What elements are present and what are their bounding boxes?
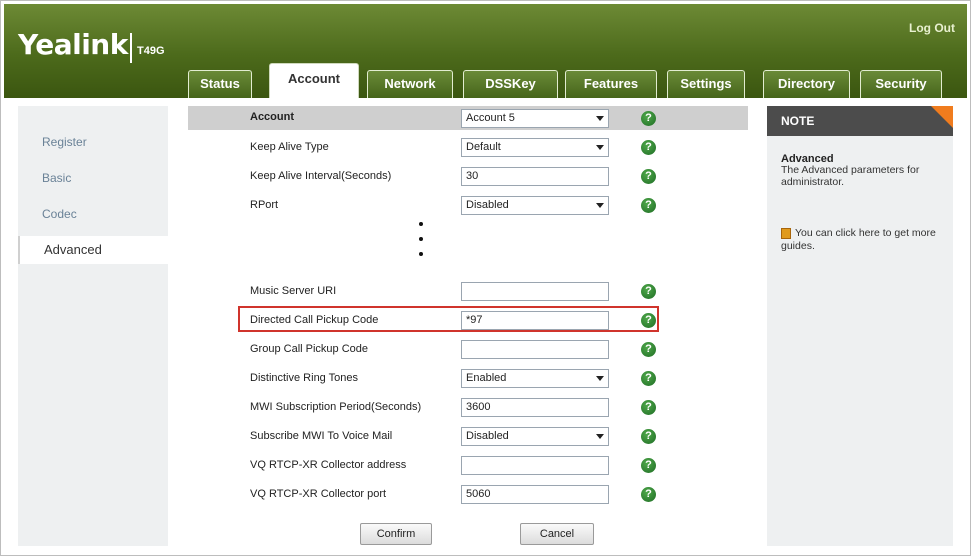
help-icon[interactable]: ? [641, 458, 656, 473]
logo-separator [130, 33, 132, 63]
account-select[interactable]: Account 5 [461, 109, 609, 128]
content-area: Register Basic Codec Advanced Account Ac… [4, 98, 967, 553]
tab-security[interactable]: Security [860, 70, 942, 98]
rport-select[interactable]: Disabled [461, 196, 609, 215]
distinctive-ring-tones-select[interactable]: Enabled [461, 369, 609, 388]
help-icon[interactable]: ? [641, 140, 656, 155]
vq-collector-address-input[interactable] [461, 456, 609, 475]
ellipsis-dot [419, 252, 423, 256]
account-label: Account [250, 111, 294, 123]
music-server-uri-input[interactable] [461, 282, 609, 301]
help-icon[interactable]: ? [641, 487, 656, 502]
directed-call-pickup-input[interactable]: *97 [461, 311, 609, 330]
help-icon[interactable]: ? [641, 342, 656, 357]
note-corner-accent [931, 106, 953, 128]
book-icon [781, 228, 791, 239]
keep-alive-type-select[interactable]: Default [461, 138, 609, 157]
tab-features[interactable]: Features [565, 70, 657, 98]
sidebar-item-codec[interactable]: Codec [18, 200, 168, 228]
account-select-value: Account 5 [466, 112, 515, 124]
keep-alive-type-label: Keep Alive Type [250, 141, 329, 153]
mwi-subscription-period-label: MWI Subscription Period(Seconds) [250, 401, 422, 413]
help-icon[interactable]: ? [641, 111, 656, 126]
group-call-pickup-input[interactable] [461, 340, 609, 359]
music-server-uri-label: Music Server URI [250, 285, 337, 297]
web-ui-frame: Yealink T49G Log Out Status Account Netw… [0, 0, 971, 556]
tab-status[interactable]: Status [188, 70, 252, 98]
distinctive-ring-tones-label: Distinctive Ring Tones [250, 372, 359, 384]
confirm-button[interactable]: Confirm [360, 523, 432, 545]
sidebar-item-basic[interactable]: Basic [18, 164, 168, 192]
help-icon[interactable]: ? [641, 429, 656, 444]
tab-settings[interactable]: Settings [667, 70, 745, 98]
help-icon[interactable]: ? [641, 371, 656, 386]
mwi-subscription-period-input[interactable]: 3600 [461, 398, 609, 417]
ellipsis-dot [419, 237, 423, 241]
keep-alive-interval-input[interactable]: 30 [461, 167, 609, 186]
subscribe-mwi-value: Disabled [466, 430, 509, 442]
note-text: The Advanced parameters for administrato… [781, 164, 920, 188]
help-icon[interactable]: ? [641, 313, 656, 328]
vq-collector-port-input[interactable]: 5060 [461, 485, 609, 504]
chevron-down-icon [596, 203, 604, 208]
model-label: T49G [137, 45, 165, 57]
chevron-down-icon [596, 434, 604, 439]
sidebar-item-advanced[interactable]: Advanced [18, 236, 168, 264]
rport-value: Disabled [466, 199, 509, 211]
note-panel: NOTE Advanced The Advanced parameters fo… [767, 106, 953, 546]
keep-alive-interval-label: Keep Alive Interval(Seconds) [250, 170, 392, 182]
keep-alive-type-value: Default [466, 141, 501, 153]
tab-directory[interactable]: Directory [763, 70, 850, 98]
ellipsis-dot [419, 222, 423, 226]
tab-account[interactable]: Account [269, 63, 359, 101]
tab-network[interactable]: Network [367, 70, 453, 98]
tab-dsskey[interactable]: DSSKey [463, 70, 558, 98]
distinctive-ring-tones-value: Enabled [466, 372, 507, 384]
brand-logo: Yealink [18, 28, 128, 61]
subscribe-mwi-label: Subscribe MWI To Voice Mail [250, 430, 393, 442]
vq-collector-address-label: VQ RTCP-XR Collector address [250, 459, 407, 471]
rport-label: RPort [250, 199, 279, 211]
logout-link[interactable]: Log Out [909, 21, 955, 35]
cancel-button[interactable]: Cancel [520, 523, 594, 545]
sidebar-item-register[interactable]: Register [18, 128, 168, 156]
guide-link[interactable]: You can click here to get more guides. [781, 227, 949, 253]
subscribe-mwi-select[interactable]: Disabled [461, 427, 609, 446]
chevron-down-icon [596, 376, 604, 381]
help-icon[interactable]: ? [641, 198, 656, 213]
directed-call-pickup-label: Directed Call Pickup Code [250, 314, 379, 326]
chevron-down-icon [596, 145, 604, 150]
chevron-down-icon [596, 116, 604, 121]
settings-form: Account Account 5 ? Keep Alive Type Defa… [174, 106, 762, 546]
vq-collector-port-label: VQ RTCP-XR Collector port [250, 488, 387, 500]
sidebar: Register Basic Codec Advanced [18, 106, 168, 546]
note-heading: NOTE [767, 106, 953, 136]
help-icon[interactable]: ? [641, 284, 656, 299]
help-icon[interactable]: ? [641, 400, 656, 415]
group-call-pickup-label: Group Call Pickup Code [250, 343, 369, 355]
header-bar: Yealink T49G Log Out Status Account Netw… [4, 4, 967, 101]
help-icon[interactable]: ? [641, 169, 656, 184]
